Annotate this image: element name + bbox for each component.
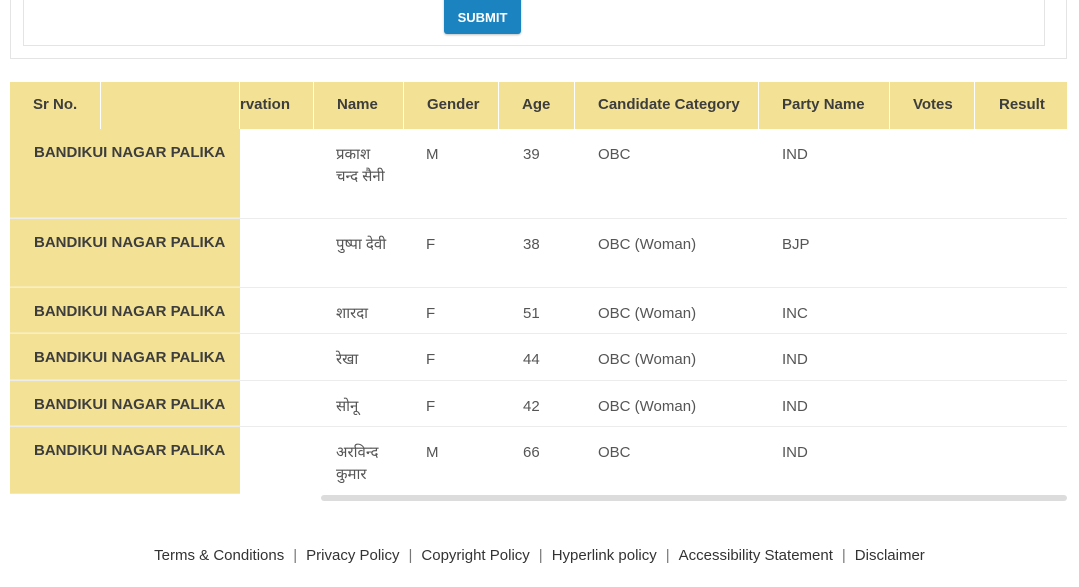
category-cell: OBC (Woman)	[598, 351, 697, 368]
age-cell: 39	[523, 146, 540, 163]
local-body-cell: BANDIKUI NAGAR PALIKA	[10, 381, 240, 426]
party-cell: IND	[782, 351, 808, 368]
category-cell: OBC (Woman)	[598, 398, 697, 415]
footer-separator: |	[665, 547, 670, 564]
footer-link-hyperlink[interactable]: Hyperlink policy	[552, 547, 657, 564]
candidate-name: सोनू	[336, 398, 359, 415]
header-age: Age	[499, 82, 575, 129]
table-row: BANDIKUI NAGAR PALIKA पुष्पा देवी F 38 O…	[10, 219, 1067, 288]
category-cell: OBC	[598, 444, 631, 461]
local-body-cell: BANDIKUI NAGAR PALIKA	[10, 288, 240, 333]
header-reservation: rvation	[240, 82, 314, 129]
table-row: BANDIKUI NAGAR PALIKA सोनू F 42 OBC (Wom…	[10, 381, 1067, 427]
local-body-cell: BANDIKUI NAGAR PALIKA	[10, 219, 240, 287]
gender-cell: F	[426, 398, 436, 415]
candidate-name: प्रकाश चन्द सैनी	[336, 146, 385, 185]
age-cell: 51	[523, 305, 540, 322]
header-name: Name	[314, 82, 404, 129]
header-party-name: Party Name	[759, 82, 890, 129]
table-row: BANDIKUI NAGAR PALIKA प्रकाश चन्द सैनी M…	[10, 129, 1067, 219]
age-cell: 44	[523, 351, 540, 368]
local-body-cell: BANDIKUI NAGAR PALIKA	[10, 129, 240, 218]
horizontal-scrollbar[interactable]	[321, 495, 1067, 501]
footer-link-copyright[interactable]: Copyright Policy	[421, 547, 529, 564]
candidate-name: रेखा	[336, 351, 359, 368]
gender-cell: F	[426, 236, 436, 253]
footer-link-accessibility[interactable]: Accessibility Statement	[679, 547, 833, 564]
table-row: BANDIKUI NAGAR PALIKA अरविन्द कुमार M 66…	[10, 427, 1067, 494]
candidate-name: शारदा	[336, 305, 369, 322]
party-cell: INC	[782, 305, 808, 322]
gender-cell: F	[426, 305, 436, 322]
header-local-body	[101, 82, 240, 129]
search-form-container	[10, 0, 1067, 59]
category-cell: OBC (Woman)	[598, 305, 697, 322]
candidate-name: पुष्पा देवी	[336, 236, 387, 253]
table-header-row: Sr No. rvation Name Gender Age Candidate…	[10, 82, 1067, 129]
gender-cell: F	[426, 351, 436, 368]
footer-separator: |	[293, 547, 298, 564]
footer-separator: |	[841, 547, 846, 564]
table-row: BANDIKUI NAGAR PALIKA शारदा F 51 OBC (Wo…	[10, 288, 1067, 334]
local-body-cell: BANDIKUI NAGAR PALIKA	[10, 334, 240, 380]
footer-links: Terms & Conditions | Privacy Policy | Copyri…	[0, 547, 1079, 567]
table-row: BANDIKUI NAGAR PALIKA रेखा F 44 OBC (Wom…	[10, 334, 1067, 381]
header-gender: Gender	[404, 82, 499, 129]
age-cell: 66	[523, 444, 540, 461]
footer-link-disclaimer[interactable]: Disclaimer	[855, 547, 925, 564]
party-cell: IND	[782, 398, 808, 415]
age-cell: 38	[523, 236, 540, 253]
age-cell: 42	[523, 398, 540, 415]
party-cell: IND	[782, 146, 808, 163]
results-table: Sr No. rvation Name Gender Age Candidate…	[10, 82, 1067, 502]
search-form-panel	[23, 0, 1045, 46]
gender-cell: M	[426, 146, 439, 163]
local-body-cell: BANDIKUI NAGAR PALIKA	[10, 427, 240, 494]
header-votes: Votes	[890, 82, 975, 129]
submit-button[interactable]: SUBMIT	[444, 0, 521, 34]
footer-link-privacy[interactable]: Privacy Policy	[306, 547, 399, 564]
party-cell: BJP	[782, 236, 810, 253]
header-sr-no: Sr No.	[10, 82, 101, 129]
gender-cell: M	[426, 444, 439, 461]
category-cell: OBC (Woman)	[598, 236, 697, 253]
footer-link-terms[interactable]: Terms & Conditions	[154, 547, 284, 564]
category-cell: OBC	[598, 146, 631, 163]
footer-separator: |	[408, 547, 413, 564]
header-result: Result	[999, 96, 1045, 113]
candidate-name: अरविन्द कुमार	[336, 444, 379, 483]
header-candidate-category: Candidate Category	[575, 82, 759, 129]
party-cell: IND	[782, 444, 808, 461]
footer-separator: |	[538, 547, 543, 564]
